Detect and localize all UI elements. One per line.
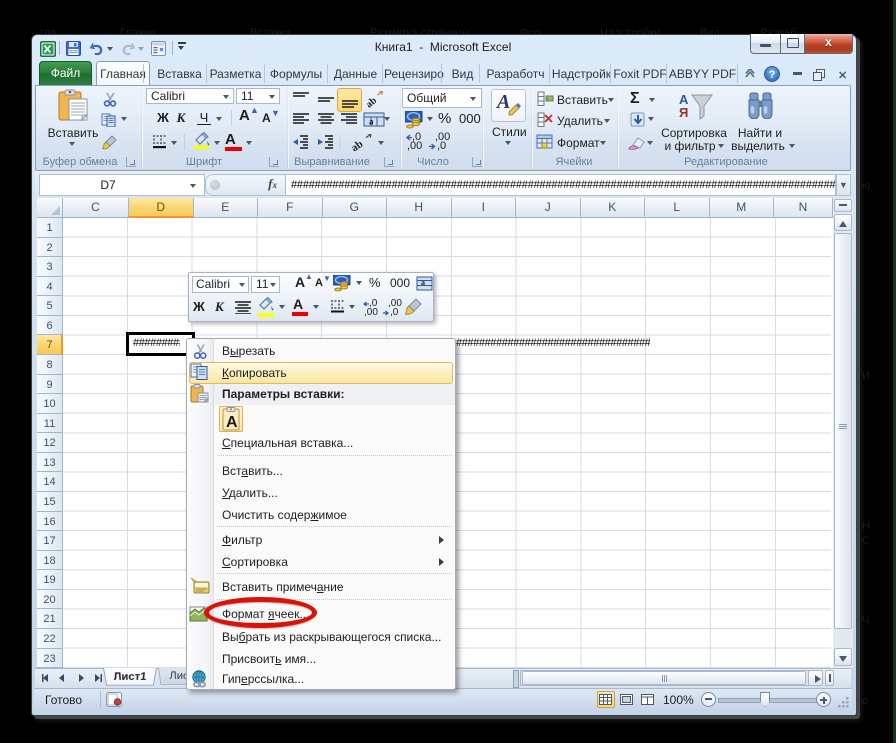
svg-text:ab: ab — [364, 95, 379, 108]
svg-text:ab: ab — [349, 138, 365, 151]
svg-text:a: a — [369, 117, 374, 127]
svg-text:A: A — [226, 414, 238, 431]
svg-text:a: a — [421, 278, 425, 287]
